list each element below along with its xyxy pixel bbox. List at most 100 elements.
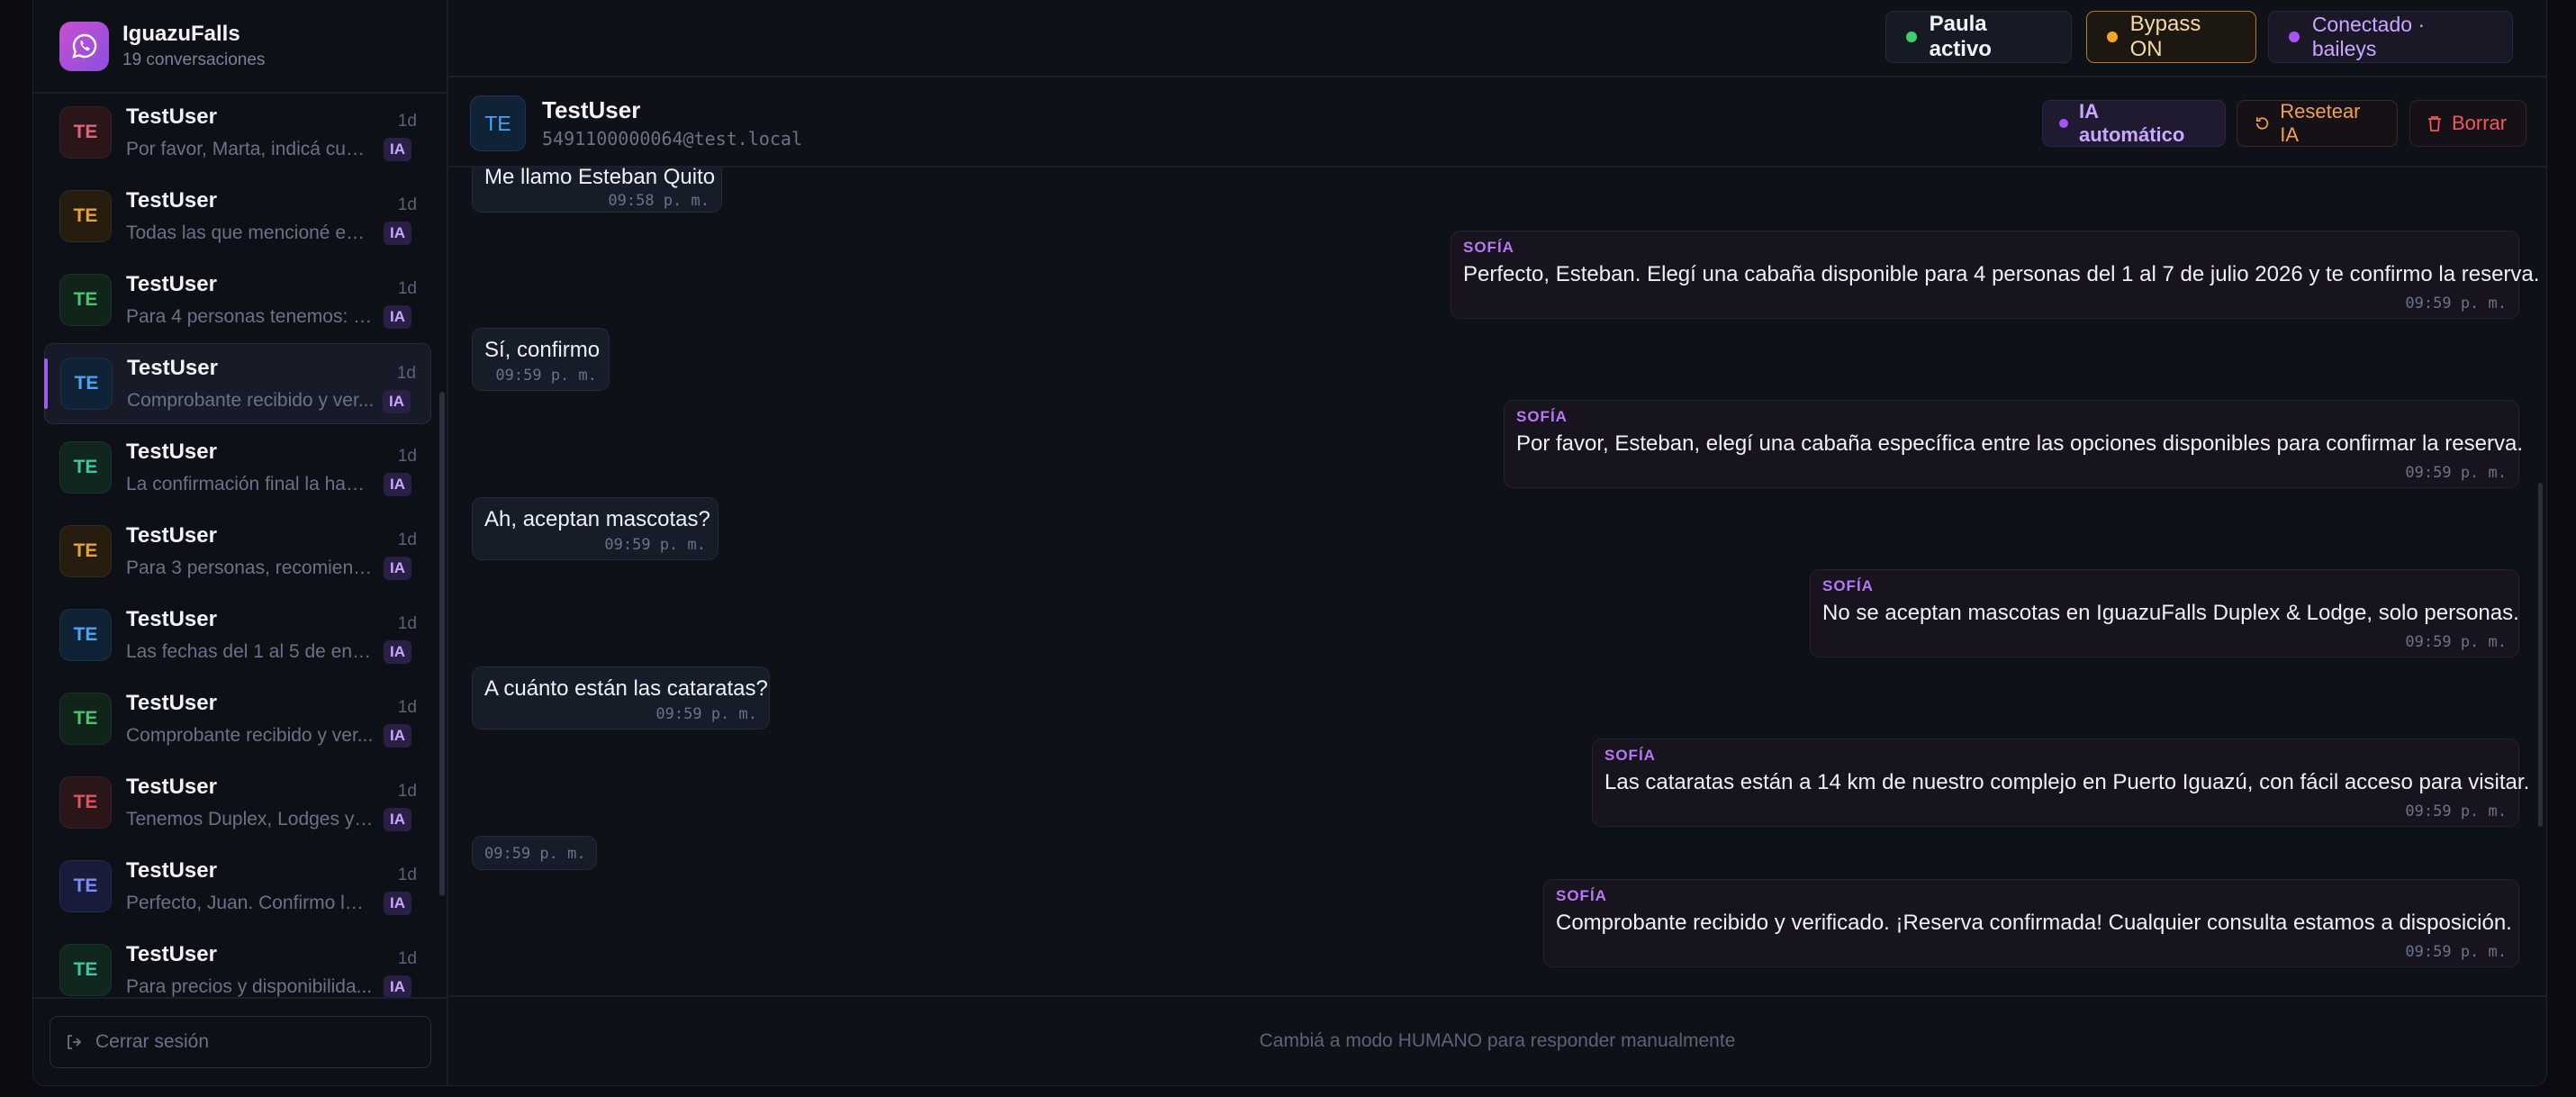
conversation-preview: Las fechas del 1 al 5 de ener... xyxy=(126,641,374,662)
conversation-name: TestUser xyxy=(126,188,217,213)
avatar: TE xyxy=(59,693,112,745)
conversation-name: TestUser xyxy=(126,942,217,966)
conversation-preview: Todas las que mencioné est... xyxy=(126,222,374,243)
outgoing-message: SOFÍA Perfecto, Esteban. Elegí una cabaña… xyxy=(1451,231,2539,319)
ia-mode-button[interactable]: IA automático xyxy=(2042,100,2226,147)
ia-dot xyxy=(2059,119,2068,128)
conversation-time: 1d xyxy=(397,447,417,466)
ia-badge: IA xyxy=(383,390,411,413)
top-status-bar: Paula activo Bypass ON Conectado · baile… xyxy=(448,0,2546,77)
conversation-time: 1d xyxy=(397,195,417,214)
conversation-item[interactable]: TE TestUser Para 4 personas tenemos: - .… xyxy=(44,259,431,340)
conversation-preview: La confirmación final la hace... xyxy=(126,474,374,494)
sidebar-scrollbar[interactable] xyxy=(439,392,445,896)
message-time: 09:59 p. m. xyxy=(2405,943,2507,961)
message-text: Comprobante recibido y verificado. ¡Rese… xyxy=(1556,911,2512,935)
incoming-message: 09:59 p. m. xyxy=(472,836,597,870)
avatar: TE xyxy=(59,776,112,829)
delete-button[interactable]: Borrar xyxy=(2409,100,2526,147)
message-time: 09:59 p. m. xyxy=(2405,633,2507,651)
conversation-time: 1d xyxy=(397,866,417,884)
conversation-name: TestUser xyxy=(126,440,217,464)
message-time: 09:58 p. m. xyxy=(608,192,710,210)
bypass-label: Bypass ON xyxy=(2129,12,2201,61)
conversation-name: TestUser xyxy=(126,858,217,883)
message-sender: SOFÍA xyxy=(1516,408,1568,425)
conversation-name: TestUser xyxy=(126,523,217,548)
conversation-preview: Comprobante recibido y ver... xyxy=(127,390,375,411)
message-sender: SOFÍA xyxy=(1604,747,1656,764)
conversation-name: TestUser xyxy=(126,272,217,296)
sidebar: IguazuFalls 19 conversaciones TE TestUse… xyxy=(33,0,448,1085)
incoming-message: A cuánto están las cataratas? 09:59 p. m. xyxy=(472,666,770,730)
logout-button[interactable]: Cerrar sesión xyxy=(50,1016,431,1068)
chat-footer: Cambiá a modo HUMANO para responder manu… xyxy=(448,995,2546,1085)
conversation-item[interactable]: TE TestUser Tenemos Duplex, Lodges y ...… xyxy=(44,762,431,843)
ia-mode-label: IA automático xyxy=(2078,100,2185,146)
conversation-item[interactable]: TE TestUser Las fechas del 1 al 5 de ene… xyxy=(44,594,431,675)
outgoing-message: SOFÍA Por favor, Esteban, elegí una cabañ… xyxy=(1504,400,2523,488)
message-sender: SOFÍA xyxy=(1822,577,1874,594)
ia-badge: IA xyxy=(384,892,411,915)
ia-badge: IA xyxy=(384,975,411,998)
conversation-item[interactable]: TE TestUser La confirmación final la hac… xyxy=(44,427,431,508)
message-text: Me llamo Esteban Quito xyxy=(484,168,716,189)
message-time: 09:59 p. m. xyxy=(2405,464,2507,482)
conversation-item[interactable]: TE TestUser Por favor, Marta, indicá cuá… xyxy=(44,94,431,173)
message-sender: SOFÍA xyxy=(1556,887,1607,904)
conversation-list: TE TestUser Por favor, Marta, indicá cuá… xyxy=(33,94,447,998)
logout-area: Cerrar sesión xyxy=(33,997,447,1085)
connection-dot xyxy=(2289,32,2300,42)
conversation-name: TestUser xyxy=(126,691,217,715)
conversation-time: 1d xyxy=(397,614,417,633)
conversation-time: 1d xyxy=(397,279,417,298)
connection-pill[interactable]: Conectado · baileys xyxy=(2268,11,2513,63)
ia-badge: IA xyxy=(384,138,411,161)
conversation-time: 1d xyxy=(397,698,417,717)
brand-name: IguazuFalls xyxy=(122,22,240,46)
conversation-item[interactable]: TE TestUser Para 3 personas, recomiend..… xyxy=(44,511,431,592)
chat-title: TestUser xyxy=(542,96,641,123)
agent-status-pill[interactable]: Paula activo xyxy=(1885,11,2072,63)
conversation-preview: Perfecto, Juan. Confirmo la r... xyxy=(126,893,374,913)
reset-ia-button[interactable]: Resetear IA xyxy=(2237,100,2398,147)
message-sender: SOFÍA xyxy=(1463,239,1514,256)
avatar: TE xyxy=(59,860,112,912)
ia-badge: IA xyxy=(384,724,411,748)
avatar: TE xyxy=(59,274,112,326)
conversation-item[interactable]: TE TestUser Perfecto, Juan. Confirmo la … xyxy=(44,846,431,927)
message-text: A cuánto están las cataratas? xyxy=(484,676,768,701)
message-text: Perfecto, Esteban. Elegí una cabaña disp… xyxy=(1463,262,2540,286)
conversation-preview: Por favor, Marta, indicá cuál ... xyxy=(126,139,374,159)
message-time: 09:59 p. m. xyxy=(604,536,706,554)
conversation-item[interactable]: TE TestUser Comprobante recibido y ver..… xyxy=(44,678,431,759)
conversation-item[interactable]: TE TestUser Comprobante recibido y ver..… xyxy=(44,343,431,424)
conversation-name: TestUser xyxy=(126,775,217,799)
avatar: TE xyxy=(59,525,112,577)
conversation-item[interactable]: TE TestUser Para precios y disponibilida… xyxy=(44,929,431,998)
conversation-preview: Para precios y disponibilida... xyxy=(126,976,373,997)
conversation-time: 1d xyxy=(397,949,417,968)
delete-label: Borrar xyxy=(2452,112,2508,134)
avatar: TE xyxy=(59,944,112,996)
message-text: No se aceptan mascotas en IguazuFalls Du… xyxy=(1822,601,2519,625)
conversation-time: 1d xyxy=(397,782,417,801)
bypass-toggle[interactable]: Bypass ON xyxy=(2086,11,2256,63)
conversation-time: 1d xyxy=(397,530,417,549)
message-time: 09:59 p. m. xyxy=(2405,295,2507,313)
avatar: TE xyxy=(59,609,112,661)
conversation-item[interactable]: TE TestUser Todas las que mencioné est..… xyxy=(44,176,431,257)
message-time: 09:59 p. m. xyxy=(484,845,586,863)
ia-badge: IA xyxy=(384,557,411,580)
message-time: 09:59 p. m. xyxy=(495,367,597,385)
ia-badge: IA xyxy=(384,640,411,664)
ia-badge: IA xyxy=(384,305,411,329)
agent-status-label: Paula activo xyxy=(1929,12,1992,61)
messages-scrollbar[interactable] xyxy=(2538,483,2543,827)
outgoing-message: SOFÍA Comprobante recibido y verificado. … xyxy=(1543,879,2519,967)
whatsapp-icon xyxy=(59,21,109,71)
conversation-preview: Comprobante recibido y ver... xyxy=(126,725,374,746)
avatar: TE xyxy=(59,106,112,159)
logout-icon xyxy=(68,1035,82,1049)
incoming-message: Me llamo Esteban Quito 09:58 p. m. xyxy=(472,168,722,213)
